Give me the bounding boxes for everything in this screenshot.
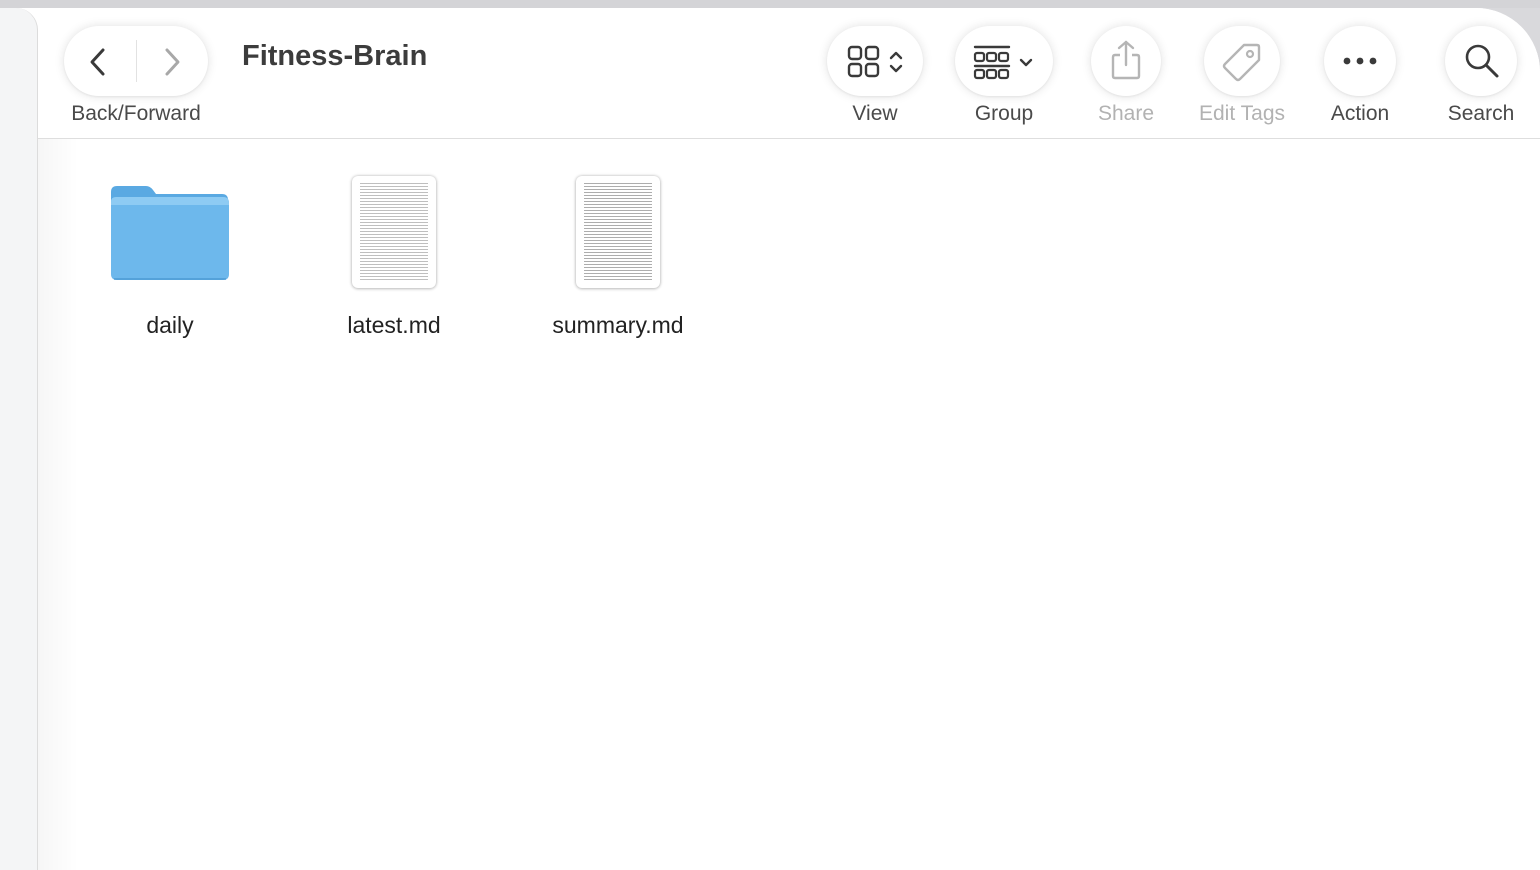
- markdown-document-icon: [576, 176, 660, 288]
- file-name: latest.md: [347, 312, 441, 338]
- back-button[interactable]: [86, 47, 110, 77]
- share-label: Share: [1097, 102, 1155, 125]
- share-icon: [1111, 40, 1141, 80]
- chevron-left-icon: [90, 48, 105, 76]
- forward-button[interactable]: [160, 47, 184, 77]
- search-label: Search: [1447, 102, 1515, 125]
- tag-icon: [1222, 43, 1261, 82]
- back-forward-control: [64, 26, 208, 96]
- file-name: daily: [146, 312, 194, 338]
- document-preview-lines: [360, 183, 428, 281]
- ellipsis-icon: [1343, 57, 1377, 65]
- share-button[interactable]: [1091, 26, 1161, 96]
- window-title: Fitness-Brain: [242, 40, 428, 72]
- folder-icon: [111, 186, 229, 280]
- edit-tags-button[interactable]: [1204, 26, 1280, 96]
- action-button[interactable]: [1324, 26, 1396, 96]
- view-button[interactable]: [827, 26, 923, 96]
- search-icon: [1465, 44, 1499, 78]
- markdown-document-icon: [352, 176, 436, 288]
- edit-tags-label: Edit Tags: [1199, 102, 1285, 125]
- document-preview-lines: [584, 183, 652, 281]
- sidebar-shadow: [38, 139, 78, 870]
- nav-divider: [136, 40, 137, 82]
- file-name: summary.md: [552, 312, 684, 338]
- finder-window: Back/Forward Fitness-Brain View Group Sh…: [0, 8, 1540, 870]
- group-button[interactable]: [955, 26, 1053, 96]
- toolbar: Back/Forward Fitness-Brain View Group Sh…: [38, 8, 1540, 139]
- chevron-right-icon: [165, 48, 180, 76]
- view-label: View: [852, 102, 898, 125]
- back-forward-label: Back/Forward: [71, 102, 201, 125]
- search-button[interactable]: [1445, 26, 1517, 96]
- window-top-strip: [0, 0, 1540, 8]
- icon-grid-view-icon: [847, 45, 903, 78]
- action-label: Action: [1330, 102, 1390, 125]
- group-icon: [973, 45, 1033, 80]
- sidebar: [0, 8, 38, 870]
- group-label: Group: [974, 102, 1034, 125]
